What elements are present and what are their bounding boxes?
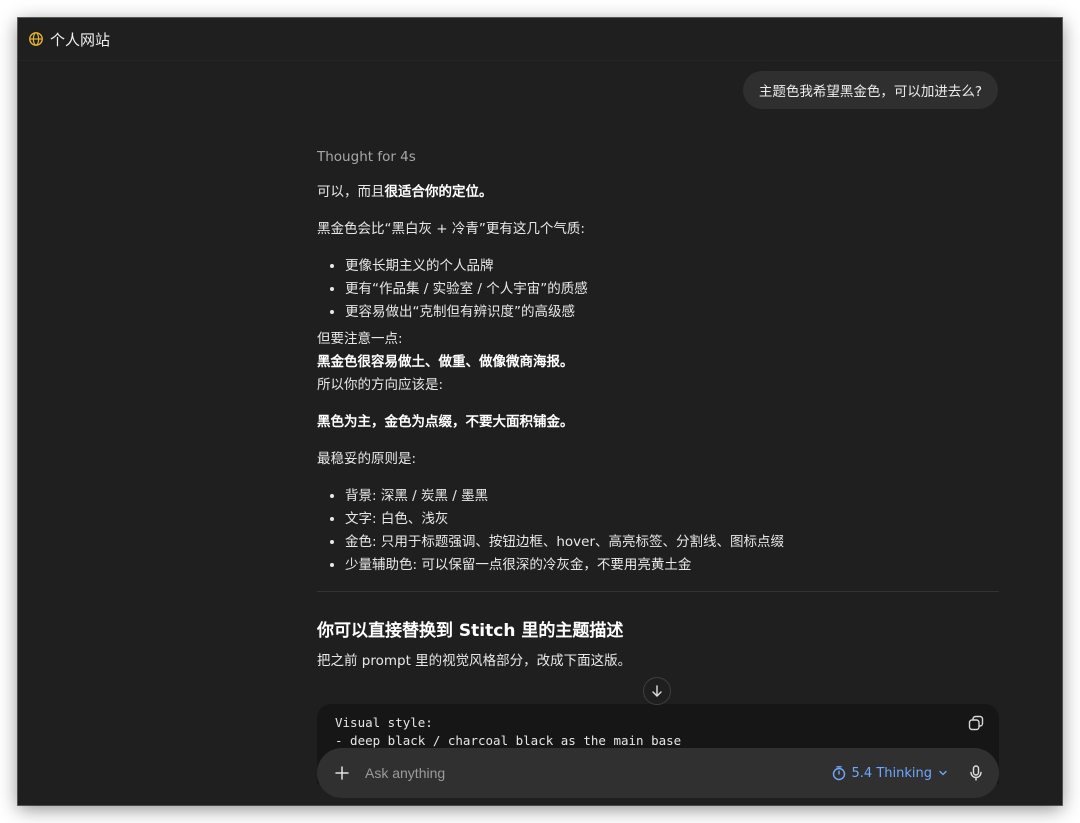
warning-text: 黑金色很容易做土、做重、做像微商海报。	[317, 354, 574, 370]
p1-prefix: 可以，而且	[317, 184, 385, 200]
response-paragraph: 可以，而且很适合你的定位。	[317, 181, 999, 204]
user-message-bubble: 主题色我希望黑金色，可以加进去么?	[742, 71, 998, 109]
microphone-icon[interactable]	[967, 764, 985, 782]
code-line: Visual style:	[335, 715, 433, 730]
response-paragraph: 把之前 prompt 里的视觉风格部分，改成下面这版。	[317, 653, 632, 669]
list-item: 更有“作品集 / 实验室 / 个人宇宙”的质感	[345, 278, 999, 301]
arrow-down-icon	[650, 684, 664, 698]
principles-list: 背景: 深黑 / 炭黑 / 墨黑 文字: 白色、浅灰 金色: 只用于标题强调、按…	[317, 485, 999, 577]
composer: 5.4 Thinking	[317, 748, 999, 798]
prompt-input[interactable]	[363, 764, 831, 782]
list-item: 背景: 深黑 / 炭黑 / 墨黑	[345, 485, 999, 508]
section-heading: 你可以直接替换到 Stitch 里的主题描述	[317, 621, 624, 641]
globe-icon	[28, 31, 44, 47]
list-item: 文字: 白色、浅灰	[345, 508, 999, 531]
list-item: 金色: 只用于标题强调、按钮边框、hover、高亮标签、分割线、图标点缀	[345, 531, 999, 554]
response-paragraph: 黑金色会比“黑白灰 + 冷青”更有这几个气质:	[317, 221, 585, 237]
p1-bold: 很适合你的定位。	[384, 184, 493, 200]
user-message-text: 主题色我希望黑金色，可以加进去么?	[758, 84, 982, 100]
section-divider	[317, 591, 999, 592]
model-label: 5.4 Thinking	[851, 765, 932, 781]
timer-icon	[831, 765, 847, 781]
thought-duration[interactable]: Thought for 4s	[317, 146, 999, 169]
response-paragraph: 但要注意一点:	[317, 331, 403, 347]
app-window: 个人网站 主题色我希望黑金色，可以加进去么? Thought for 4s 可以…	[18, 18, 1062, 805]
assistant-response: Thought for 4s 可以，而且很适合你的定位。 黑金色会比“黑白灰 +…	[317, 138, 999, 687]
top-bar: 个人网站	[18, 18, 1062, 61]
response-paragraph: 最稳妥的原则是:	[317, 451, 417, 467]
copy-icon[interactable]	[967, 714, 985, 732]
model-selector[interactable]: 5.4 Thinking	[831, 765, 949, 781]
list-item: 更像长期主义的个人品牌	[345, 255, 999, 278]
qualities-list: 更像长期主义的个人品牌 更有“作品集 / 实验室 / 个人宇宙”的质感 更容易做…	[317, 255, 999, 324]
direction-text: 黑色为主，金色为点缀，不要大面积铺金。	[317, 414, 574, 430]
list-item: 少量辅助色: 可以保留一点很深的冷灰金，不要用亮黄土金	[345, 554, 999, 577]
list-item: 更容易做出“克制但有辨识度”的高级感	[345, 301, 999, 324]
chevron-down-icon	[937, 767, 949, 779]
project-title[interactable]: 个人网站	[50, 29, 110, 50]
response-paragraph: 所以你的方向应该是:	[317, 377, 444, 393]
plus-icon[interactable]	[333, 764, 351, 782]
scroll-to-bottom-button[interactable]	[643, 677, 671, 705]
